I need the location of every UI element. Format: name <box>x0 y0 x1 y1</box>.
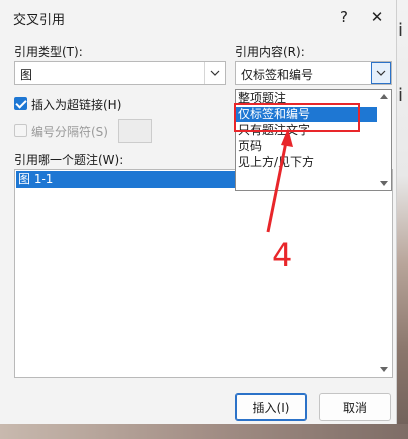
background-image-strip: i i <box>397 0 408 439</box>
number-separator-checkbox[interactable] <box>14 124 27 137</box>
help-button[interactable]: ? <box>331 4 357 30</box>
cancel-button[interactable]: 取消 <box>319 393 391 421</box>
dialog-title: 交叉引用 <box>13 13 66 28</box>
close-button[interactable]: ✕ <box>364 4 390 30</box>
scroll-down-icon[interactable] <box>380 181 388 186</box>
caption-listbox[interactable]: 图 1-1 <box>14 169 393 378</box>
background-glyph: i <box>398 20 404 41</box>
ref-type-value: 图 <box>20 68 33 82</box>
ref-type-label: 引用类型(T): <box>14 45 83 59</box>
number-separator-label: 编号分隔符(S) <box>31 125 108 139</box>
ref-type-dropdown[interactable]: 图 <box>14 61 226 85</box>
ref-content-label: 引用内容(R): <box>235 45 305 59</box>
scroll-down-icon[interactable] <box>380 367 388 372</box>
number-separator-input[interactable] <box>118 119 152 143</box>
annotation-step-number: 4 <box>272 236 293 274</box>
chevron-down-icon[interactable] <box>204 62 225 84</box>
insert-hyperlink-checkbox[interactable] <box>14 97 27 110</box>
dropdown-scrollbar[interactable] <box>377 90 391 190</box>
insert-button[interactable]: 插入(I) <box>235 393 307 421</box>
scroll-up-icon[interactable] <box>380 94 388 99</box>
title-bar: 交叉引用 ? ✕ <box>0 0 397 34</box>
cross-reference-dialog: 交叉引用 ? ✕ 引用类型(T): 图 引用内容(R): 仅标签和编号 插入为超… <box>0 0 397 424</box>
ref-content-option[interactable]: 页码 <box>236 139 377 154</box>
caption-list-label: 引用哪一个题注(W): <box>14 153 124 167</box>
annotation-highlight-box <box>234 103 360 132</box>
chevron-down-icon[interactable] <box>371 62 391 84</box>
close-icon: ✕ <box>370 8 384 26</box>
help-icon: ? <box>340 8 348 26</box>
caption-list-scrollbar[interactable] <box>377 171 391 376</box>
ref-content-option[interactable]: 见上方/见下方 <box>236 155 377 170</box>
ref-content-value: 仅标签和编号 <box>241 68 314 82</box>
ref-content-dropdown[interactable]: 仅标签和编号 <box>235 61 392 85</box>
background-glyph: i <box>398 85 404 106</box>
background-image-bottom <box>0 424 408 439</box>
insert-hyperlink-label[interactable]: 插入为超链接(H) <box>31 96 121 113</box>
